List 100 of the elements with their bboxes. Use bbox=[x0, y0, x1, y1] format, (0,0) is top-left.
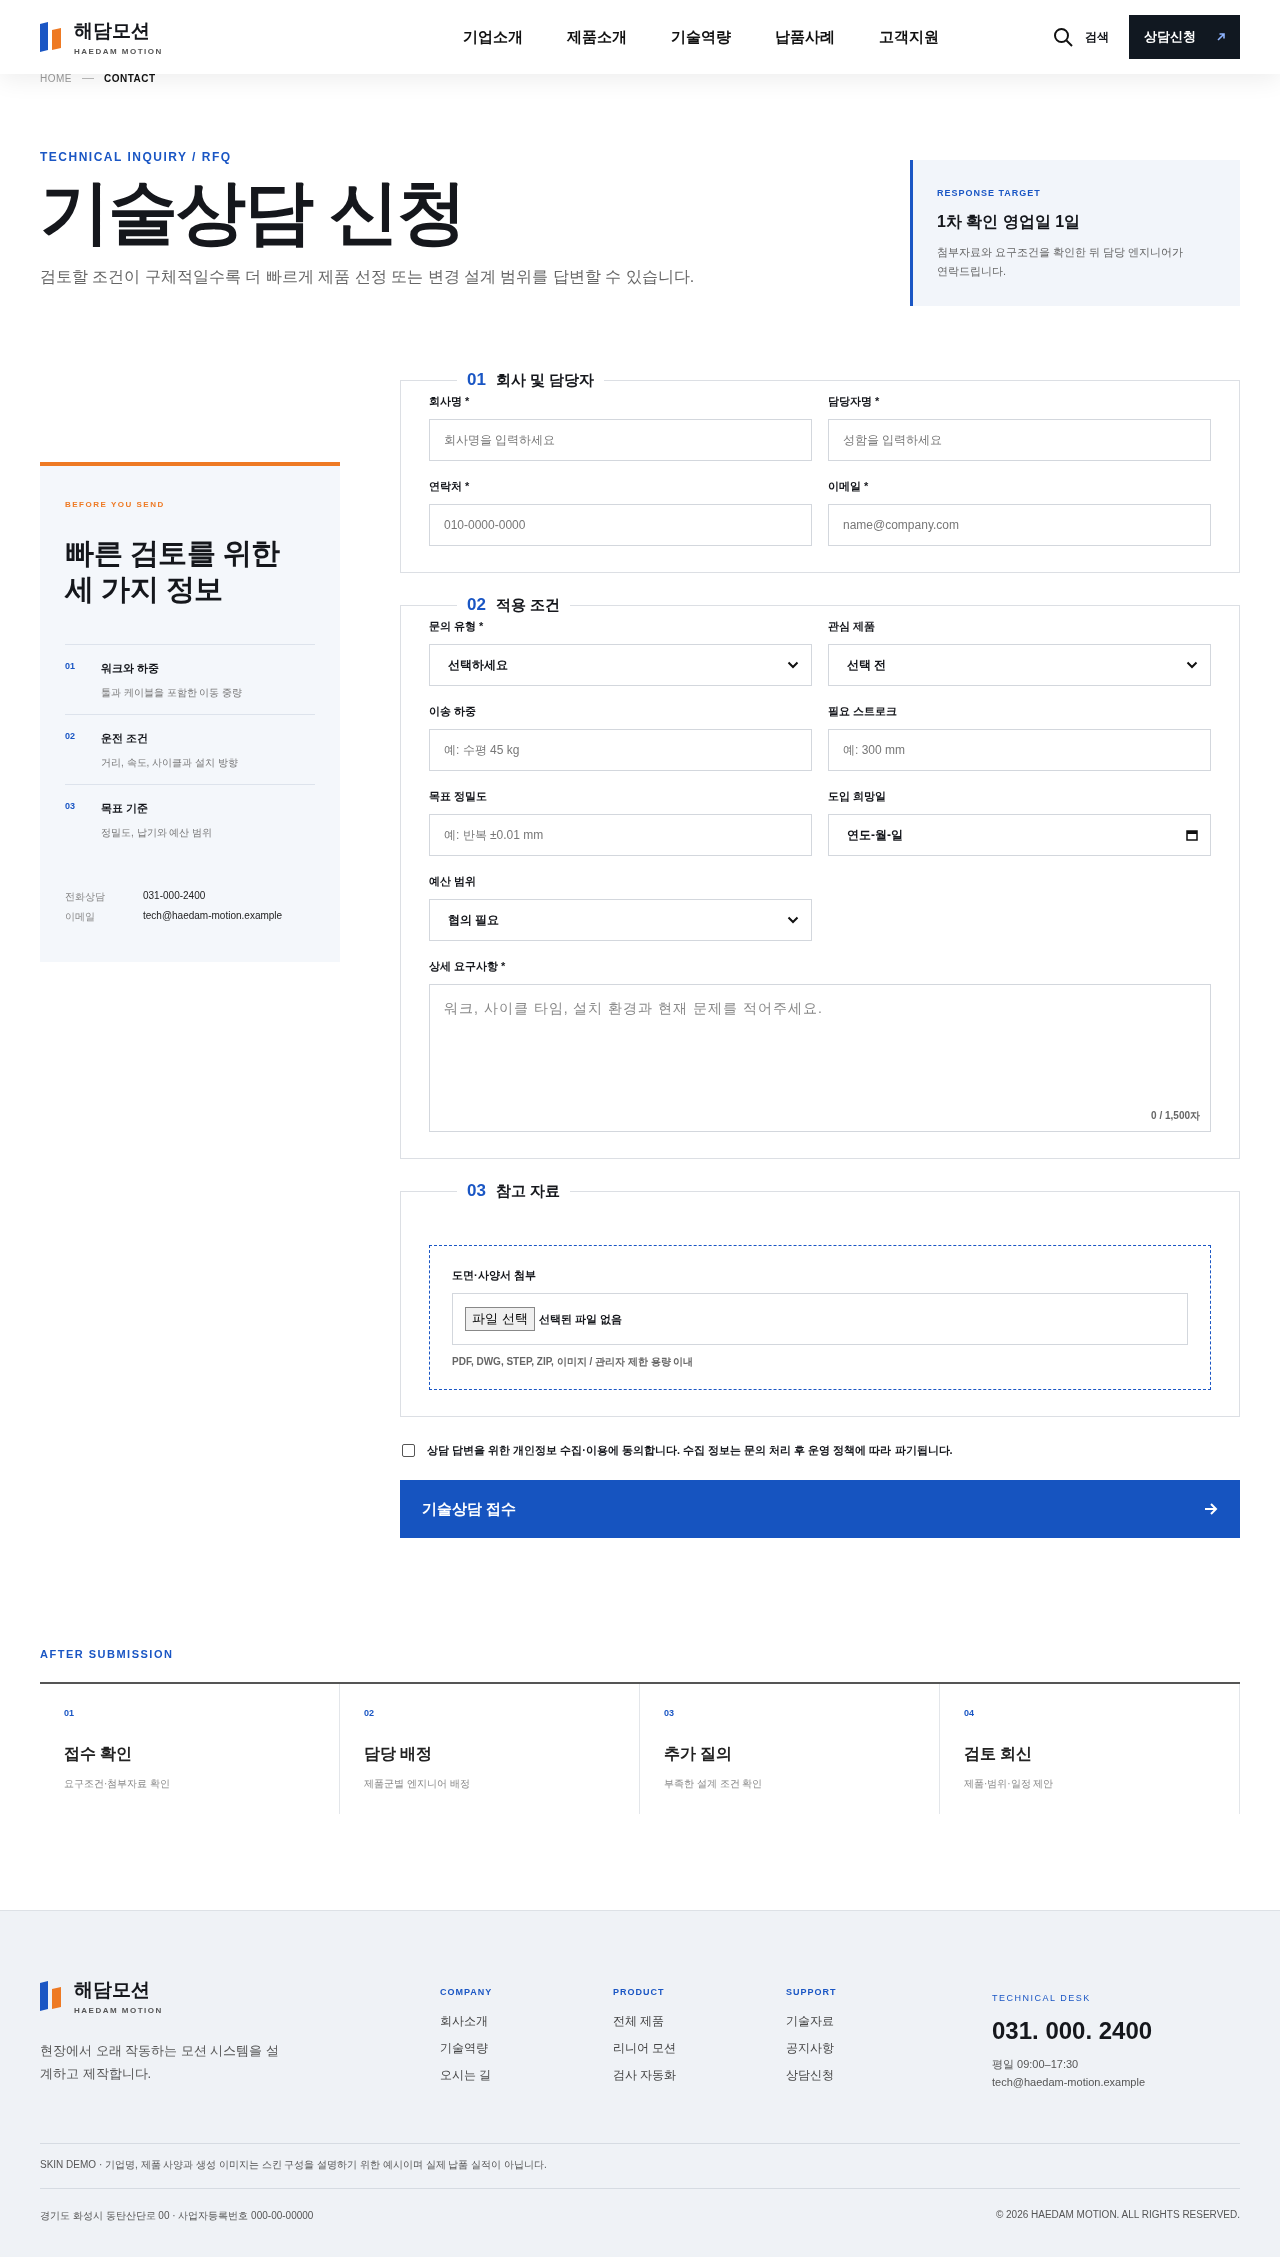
section-number: 02 bbox=[467, 595, 486, 615]
page-subtitle: 검토할 조건이 구체적일수록 더 빠르게 제품 선정 또는 변경 설계 범위를 답변할 수 있습니다. bbox=[40, 267, 695, 287]
desk-email: tech@haedam-motion.example bbox=[992, 2076, 1147, 2088]
file-status: 선택된 파일 없음 bbox=[538, 1311, 622, 1327]
footer-link[interactable]: 회사소개 bbox=[440, 2013, 613, 2030]
search-icon[interactable] bbox=[1053, 27, 1073, 47]
item-description: 툴과 케이블을 포함한 이동 중량 bbox=[101, 685, 243, 700]
footer-link[interactable]: 리니어 모션 bbox=[613, 2040, 786, 2057]
section-number: 01 bbox=[467, 370, 486, 390]
section-title: 적용 조건 bbox=[495, 596, 561, 615]
input-field[interactable]: 회사명을 입력하세요 bbox=[429, 419, 812, 461]
character-counter: 0 / 1,500자 bbox=[1151, 1109, 1200, 1123]
field-label: 예산 범위 bbox=[429, 874, 478, 889]
field-label: 도입 희망일 bbox=[828, 789, 888, 804]
step-title: 담당 배정 bbox=[364, 1744, 434, 1764]
copyright-text: © 2026 HAEDAM MOTION. ALL RIGHTS RESERVED. bbox=[995, 2209, 1240, 2222]
item-title: 운전 조건 bbox=[101, 730, 150, 746]
input-field[interactable]: 성함을 입력하세요 bbox=[828, 419, 1211, 461]
field-label: 필요 스트로크 bbox=[828, 704, 899, 719]
section-title: 참고 자료 bbox=[495, 1182, 561, 1201]
brand-subtitle: HAEDAM MOTION bbox=[74, 2006, 163, 2015]
contact-value: tech@haedam-motion.example bbox=[143, 909, 284, 923]
footer-link[interactable]: 검사 자동화 bbox=[613, 2067, 786, 2084]
column-heading: SUPPORT bbox=[786, 1987, 838, 1997]
date-field[interactable]: 연도-월-일 bbox=[828, 814, 1211, 856]
nav-link[interactable]: 기술역량 bbox=[670, 27, 731, 47]
file-choose-button[interactable]: 파일 선택 bbox=[465, 1307, 535, 1331]
footer-link[interactable]: 상담신청 bbox=[786, 2067, 959, 2084]
field-label: 이메일 * bbox=[828, 479, 870, 494]
consult-button[interactable]: 상담신청 bbox=[1129, 15, 1240, 59]
card-text: 첨부자료와 요구조건을 확인한 뒤 담당 엔지니어가 연락드립니다. bbox=[937, 245, 1185, 280]
arrow-icon bbox=[1215, 32, 1226, 42]
field-label: 담당자명 * bbox=[828, 394, 881, 409]
select-field[interactable]: 선택 전 bbox=[828, 644, 1211, 686]
column-heading: COMPANY bbox=[440, 1987, 494, 1997]
company-address: 경기도 화성시 동탄산단로 00 · 사업자등록번호 000-00-00000 bbox=[40, 2209, 314, 2223]
chevron-icon bbox=[787, 661, 799, 669]
step-title: 접수 확인 bbox=[64, 1744, 134, 1764]
section-title: 회사 및 담당자 bbox=[495, 371, 595, 390]
field-label: 연락처 * bbox=[429, 479, 471, 494]
chevron-icon bbox=[1186, 661, 1198, 669]
section-number: 03 bbox=[467, 1181, 486, 1201]
input-field[interactable]: 예: 반복 ±0.01 mm bbox=[429, 814, 812, 856]
card-eyebrow: RESPONSE TARGET bbox=[937, 188, 1042, 198]
step-description: 제품군별 엔지니어 배정 bbox=[364, 1777, 471, 1791]
field-label: 상세 요구사항 * bbox=[429, 959, 507, 974]
page-title: 기술상담 신청 bbox=[40, 174, 467, 251]
item-number: 02 bbox=[65, 730, 76, 743]
footer-link[interactable]: 기술역량 bbox=[440, 2040, 613, 2057]
desk-hours: 평일 09:00–17:30 bbox=[992, 2057, 1080, 2072]
select-field[interactable]: 선택하세요 bbox=[429, 644, 812, 686]
footer-link[interactable]: 기술자료 bbox=[786, 2013, 959, 2030]
input-field[interactable]: name@company.com bbox=[828, 504, 1211, 546]
brand-subtitle: HAEDAM MOTION bbox=[74, 47, 163, 56]
step-number: 01 bbox=[64, 1708, 75, 1718]
file-hint: PDF, DWG, STEP, ZIP, 이미지 / 관리자 제한 용량 이내 bbox=[452, 1355, 695, 1369]
field-label: 목표 정밀도 bbox=[429, 789, 489, 804]
footer-link[interactable]: 공지사항 bbox=[786, 2040, 959, 2057]
footer-notice: SKIN DEMO · 기업명, 제품 사양과 생성 이미지는 스킨 구성을 설명하기 위한 예시이며 실제 납품 실적이 아닙니다. bbox=[40, 2143, 1240, 2189]
input-field[interactable]: 예: 수평 45 kg bbox=[429, 729, 812, 771]
textarea-field[interactable]: 워크, 사이클 타임, 설치 환경과 현재 문제를 적어주세요. 0 / 1,500자 bbox=[429, 984, 1211, 1132]
step-number: 03 bbox=[664, 1708, 675, 1718]
step-title: 추가 질의 bbox=[664, 1744, 734, 1764]
placeholder-text: 워크, 사이클 타임, 설치 환경과 현재 문제를 적어주세요. bbox=[444, 1000, 823, 1016]
consent-text: 상담 답변을 위한 개인정보 수집·이용에 동의합니다. 수집 정보는 문의 처리 후 운영 정책에 따라 파기됩니다. bbox=[427, 1443, 953, 1458]
field-label: 이송 하중 bbox=[429, 704, 478, 719]
logo-icon bbox=[40, 22, 62, 52]
footer-link[interactable]: 오시는 길 bbox=[440, 2067, 613, 2084]
nav-link[interactable]: 기업소개 bbox=[462, 27, 523, 47]
nav-link[interactable]: 고객지원 bbox=[878, 27, 939, 47]
footer-tagline: 현장에서 오래 작동하는 모션 시스템을 설계하고 제작합니다. bbox=[40, 2042, 280, 2084]
consent-checkbox[interactable] bbox=[402, 1444, 415, 1457]
nav-link[interactable]: 납품사례 bbox=[774, 27, 835, 47]
arrow-icon bbox=[1204, 1502, 1218, 1516]
panel-eyebrow: BEFORE YOU SEND bbox=[65, 500, 166, 509]
chevron-icon bbox=[787, 916, 799, 924]
brand-name: 해담모션 bbox=[74, 1978, 151, 2002]
footer-link[interactable]: 전체 제품 bbox=[613, 2013, 786, 2030]
search-label[interactable]: 검색 bbox=[1085, 28, 1109, 46]
calendar-icon bbox=[1186, 829, 1198, 841]
step-title: 검토 회신 bbox=[964, 1744, 1034, 1764]
field-label: 도면·사양서 첨부 bbox=[452, 1268, 537, 1283]
field-label: 관심 제품 bbox=[828, 619, 877, 634]
input-field[interactable]: 010-0000-0000 bbox=[429, 504, 812, 546]
item-number: 03 bbox=[65, 800, 76, 813]
nav-link[interactable]: 제품소개 bbox=[566, 27, 627, 47]
item-description: 정밀도, 납기와 예산 범위 bbox=[101, 825, 213, 840]
step-number: 02 bbox=[364, 1708, 375, 1718]
input-field[interactable]: 예: 300 mm bbox=[828, 729, 1211, 771]
breadcrumb-item[interactable]: CONTACT bbox=[104, 73, 156, 84]
step-description: 부족한 설계 조건 확인 bbox=[664, 1777, 764, 1791]
step-number: 04 bbox=[964, 1708, 975, 1718]
item-title: 워크와 하중 bbox=[101, 660, 161, 676]
item-title: 목표 기준 bbox=[101, 800, 150, 816]
submit-button[interactable]: 기술상담 접수 bbox=[400, 1480, 1240, 1538]
select-field[interactable]: 협의 필요 bbox=[429, 899, 812, 941]
file-field[interactable]: 파일 선택 선택된 파일 없음 bbox=[452, 1293, 1188, 1345]
contact-label: 이메일 bbox=[65, 909, 96, 924]
brand-name: 해담모션 bbox=[74, 19, 151, 43]
card-title: 1차 확인 영업일 1일 bbox=[937, 212, 1082, 232]
